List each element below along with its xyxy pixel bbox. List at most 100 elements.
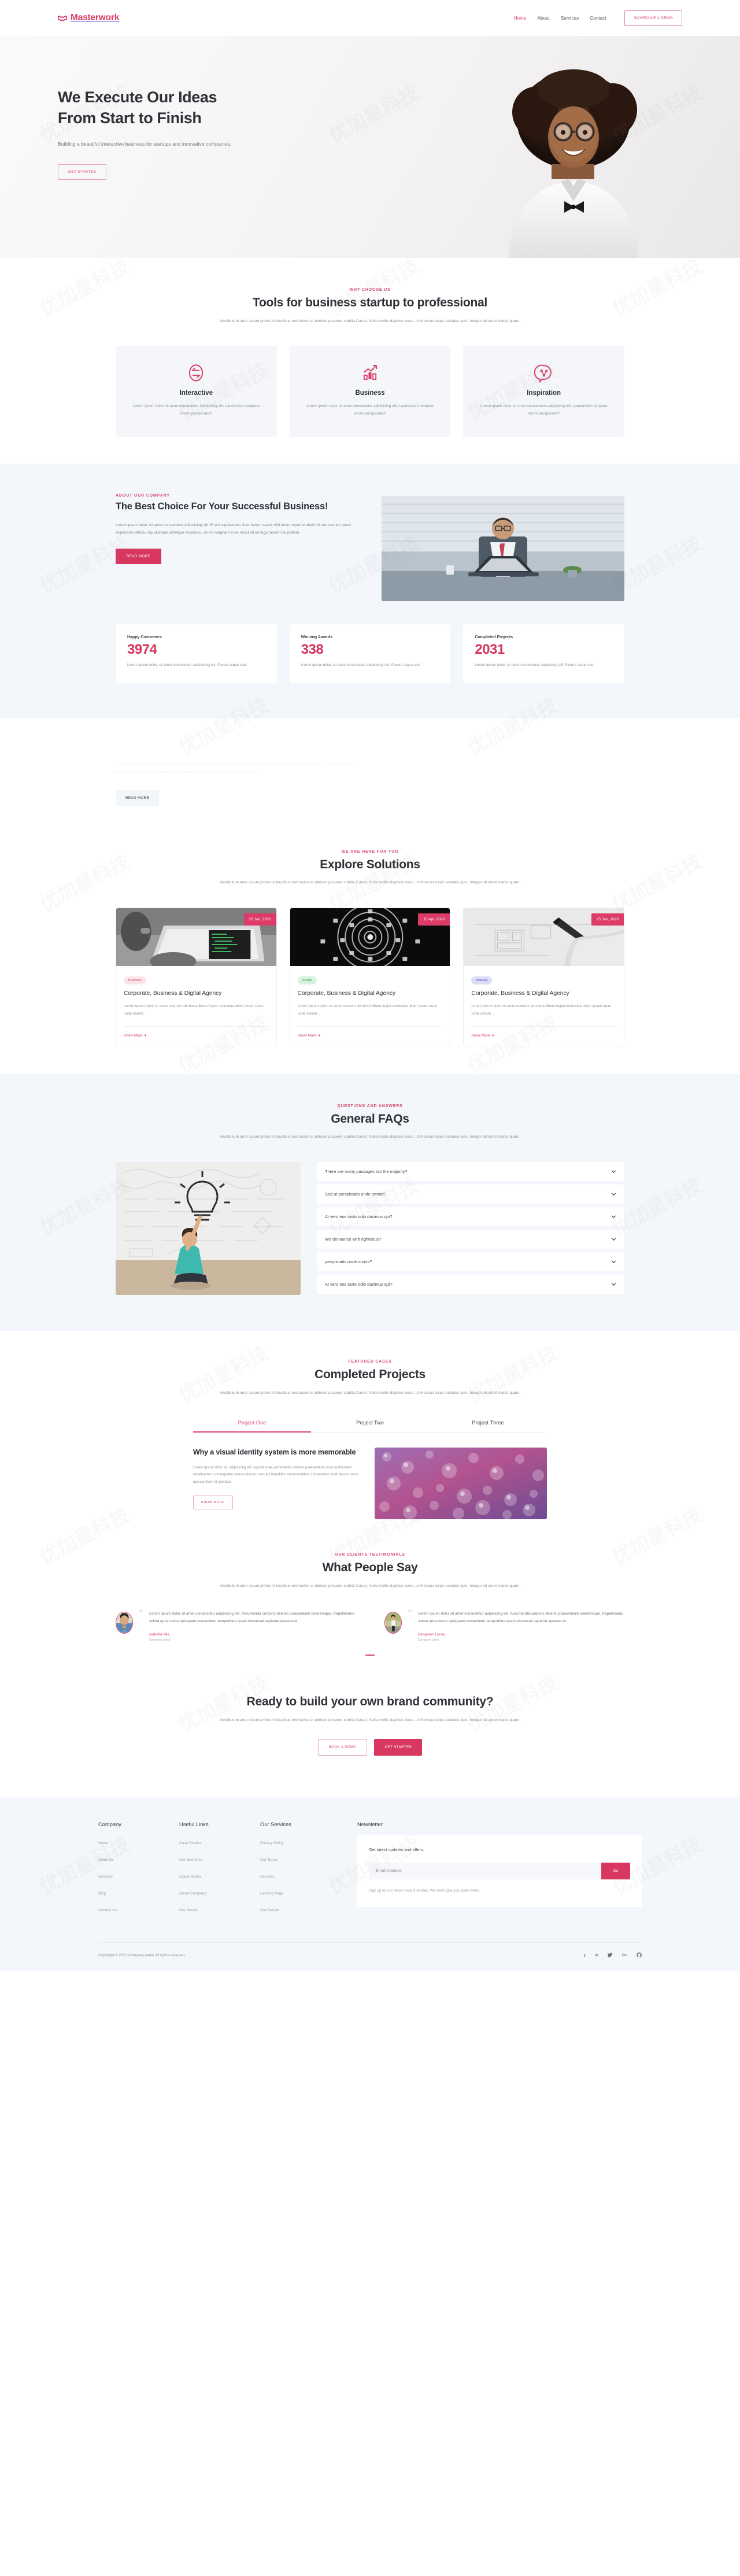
- hero-title-line-1: We Execute Our Ideas: [58, 88, 217, 106]
- testimonials-section: OUR CLIENTS TESTIMONIALS What People Say…: [0, 1519, 740, 1656]
- github-icon[interactable]: [637, 1952, 642, 1959]
- footer-link[interactable]: Blog: [98, 1892, 106, 1896]
- footer-link[interactable]: About Us: [98, 1858, 114, 1862]
- blog-card[interactable]: 15 Apr, 2020 Design Corporate, Business …: [289, 907, 451, 1046]
- book-a-demo-button[interactable]: BOOK A DEMO: [317, 1739, 368, 1756]
- chevron-down-icon: [611, 1170, 616, 1173]
- carousel-dots: [116, 1654, 624, 1656]
- feature-card-interactive[interactable]: Interactive Lorem ipsum dolor sit amet c…: [116, 346, 277, 438]
- faded-read-more-button[interactable]: READ MORE: [116, 790, 160, 806]
- blog-know-more-link[interactable]: Know More ➜: [464, 1027, 624, 1046]
- nav-item-home[interactable]: Home: [514, 16, 527, 21]
- facebook-icon[interactable]: f: [584, 1953, 585, 1958]
- footer-link[interactable]: Services: [98, 1875, 113, 1879]
- faq-subtitle: Vestibulum ante ipsum primis in faucibus…: [219, 1135, 521, 1139]
- footer-link[interactable]: Our Branches: [179, 1858, 202, 1862]
- solutions-title: Explore Solutions: [320, 857, 420, 871]
- testimonials-title: What People Say: [322, 1561, 418, 1575]
- chevron-down-icon: [611, 1193, 616, 1196]
- nav-item-contact[interactable]: Contact: [590, 16, 606, 21]
- feature-text: Lorem ipsum dolor sit amet consectetur a…: [132, 404, 260, 416]
- blog-excerpt: Lorem ipsum dolor sit amet nostrum ad mi…: [124, 1004, 264, 1016]
- stat-value: 338: [301, 642, 324, 658]
- tab-project-one[interactable]: Project One: [193, 1420, 311, 1433]
- footer-link[interactable]: About Company: [179, 1892, 206, 1896]
- testimonial-quote: Lorem ipsum dolor sit amet consectetur a…: [418, 1611, 623, 1624]
- site-footer: Company Home About Us Services Blog Cont…: [0, 1797, 740, 1972]
- hero-get-started-button[interactable]: GET STARTED: [58, 164, 107, 180]
- google-plus-icon[interactable]: G+: [622, 1953, 627, 1957]
- newsletter-submit-button[interactable]: Go: [601, 1863, 630, 1880]
- footer-link[interactable]: Case Studies: [179, 1841, 202, 1845]
- nav-item-services[interactable]: Services: [561, 16, 579, 21]
- blog-date-badge: 25 Jun, 2020: [591, 913, 624, 926]
- tab-project-two[interactable]: Project Two: [311, 1420, 429, 1432]
- footer-link[interactable]: Contact Us: [98, 1908, 117, 1912]
- newsletter-lead: Get latest updates and offers.: [369, 1847, 424, 1853]
- schedule-demo-button[interactable]: SCHEDULE A DEMO: [624, 10, 682, 26]
- blog-title: Corporate, Business & Digital Agency: [124, 990, 222, 997]
- faq-item[interactable]: There are many passages but the majority…: [317, 1161, 624, 1181]
- footer-link[interactable]: Our People: [260, 1908, 279, 1912]
- footer-link[interactable]: Our Terms: [260, 1858, 278, 1862]
- footer-link[interactable]: Services: [260, 1875, 275, 1879]
- faq-item[interactable]: Sed ut perspiciatis unde omnis?: [317, 1184, 624, 1204]
- project-panel-text: Lorem ipsum dolor sit, adipisicing elit …: [193, 1465, 358, 1484]
- tab-project-three[interactable]: Project Three: [429, 1420, 547, 1432]
- about-eyebrow: ABOUT OUR COMPANY: [116, 494, 171, 498]
- hero-section: We Execute Our Ideas From Start to Finis…: [0, 36, 740, 258]
- stat-value: 2031: [475, 642, 505, 658]
- brand-name: Masterwork: [71, 13, 120, 23]
- project-panel-title: Why a visual identity system is more mem…: [193, 1448, 356, 1457]
- testimonials-eyebrow: OUR CLIENTS TESTIMONIALS: [335, 1553, 405, 1557]
- solutions-section: WE ARE HERE FOR YOU Explore Solutions Ve…: [0, 826, 740, 1046]
- blog-card[interactable]: 26 Jan, 2020 Business Corporate, Busines…: [116, 907, 277, 1046]
- testimonial-list: “ Lorem ipsum dolor sit amet consectetur…: [116, 1608, 624, 1642]
- blog-know-more-link[interactable]: Know More ➜: [116, 1027, 276, 1046]
- chevron-down-icon: [611, 1215, 616, 1218]
- blog-tag[interactable]: Design: [297, 976, 317, 984]
- chevron-down-icon: [611, 1283, 616, 1286]
- faq-item[interactable]: perspiciatis unde omnis?: [317, 1252, 624, 1271]
- twitter-icon[interactable]: [606, 1952, 613, 1959]
- faq-item[interactable]: We denounce with righteous?: [317, 1229, 624, 1249]
- footer-column-useful-links: Useful Links Case Studies Our Branches L…: [179, 1822, 260, 1920]
- testimonial-author: Benjamin Lucas: [418, 1632, 445, 1637]
- faq-item[interactable]: At vero eos iusto odio ducimus qui?: [317, 1206, 624, 1226]
- footer-link[interactable]: Landing Page: [260, 1892, 283, 1896]
- cta-get-started-button[interactable]: GET STARTED: [374, 1739, 423, 1756]
- carousel-dot-1[interactable]: [365, 1654, 375, 1656]
- growth-chart-icon: [302, 363, 438, 383]
- stats-card-list: Happy Customers 3974 Lorem ipsum dolor, …: [116, 624, 625, 683]
- about-read-more-button[interactable]: READ MORE: [116, 548, 162, 564]
- linkedin-icon[interactable]: in: [595, 1953, 598, 1957]
- feature-card-business[interactable]: Business Lorem ipsum dolor sit amet cons…: [289, 346, 451, 438]
- blog-title: Corporate, Business & Digital Agency: [297, 990, 395, 997]
- blog-card[interactable]: 25 Jun, 2020 Industry Corporate, Busines…: [463, 907, 625, 1046]
- blog-know-more-link[interactable]: Know More ➜: [290, 1027, 450, 1046]
- testimonial-role: Company name: [418, 1638, 439, 1642]
- faq-item[interactable]: At vero eos iusto odio ducimus qui?: [317, 1274, 624, 1294]
- blog-tag[interactable]: Business: [124, 976, 146, 984]
- exchange-arrows-icon: [128, 363, 264, 383]
- blog-card-list: 26 Jan, 2020 Business Corporate, Busines…: [116, 907, 625, 1046]
- faded-text: Lorem ipsum dolor sit amet consectetur a…: [116, 762, 356, 775]
- project-know-more-button[interactable]: KNOW MORE: [193, 1495, 233, 1509]
- faq-question: We denounce with righteous?: [325, 1236, 382, 1242]
- faq-question: At vero eos iusto odio ducimus qui?: [325, 1281, 393, 1287]
- footer-link[interactable]: Privacy Policy: [260, 1841, 283, 1845]
- blog-tag[interactable]: Industry: [471, 976, 493, 984]
- newsletter-email-input[interactable]: [369, 1863, 601, 1880]
- footer-link[interactable]: Our People: [179, 1908, 198, 1912]
- project-image: [375, 1448, 547, 1520]
- feature-card-inspiration[interactable]: Inspiration Lorem ipsum dolor sit amet c…: [463, 346, 625, 438]
- nav-item-about[interactable]: About: [537, 16, 549, 21]
- footer-link[interactable]: Home: [98, 1841, 108, 1845]
- testimonials-subtitle: Vestibulum ante ipsum primis in faucibus…: [219, 1583, 521, 1588]
- about-title: The Best Choice For Your Successful Busi…: [116, 501, 328, 512]
- faq-title: General FAQs: [331, 1112, 409, 1126]
- brand-logo[interactable]: Masterwork: [58, 13, 119, 23]
- footer-link[interactable]: Latest Media: [179, 1875, 201, 1879]
- faq-question: There are many passages but the majority…: [325, 1168, 408, 1174]
- blog-thumbnail: 26 Jan, 2020: [116, 908, 276, 966]
